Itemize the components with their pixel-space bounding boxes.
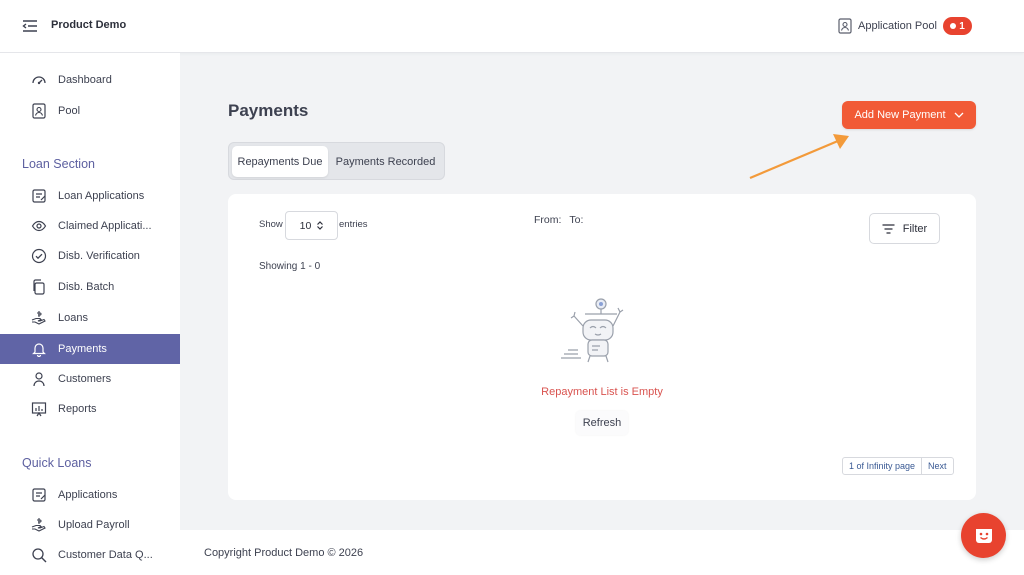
- sidebar-item-label: Reports: [58, 403, 97, 415]
- sidebar-item-disb-batch[interactable]: Disb. Batch: [0, 272, 180, 302]
- chat-widget-button[interactable]: [961, 513, 1006, 558]
- sidebar-item-label: Customer Data Q...: [58, 549, 153, 561]
- pool-label: Application Pool: [858, 20, 937, 32]
- show-label: Show: [259, 219, 283, 230]
- sidebar-item-dashboard[interactable]: Dashboard: [0, 65, 180, 95]
- pagination-info: 1 of Infinity page: [843, 458, 923, 474]
- to-label: To:: [569, 214, 584, 226]
- sidebar-item-label: Disb. Verification: [58, 250, 140, 262]
- showing-count: Showing 1 - 0: [259, 261, 321, 272]
- annotation-arrow-icon: [749, 134, 849, 180]
- filter-button[interactable]: Filter: [869, 213, 940, 244]
- applications-icon: [31, 487, 47, 503]
- filter-icon: [882, 223, 895, 234]
- sidebar-item-label: Applications: [58, 489, 118, 501]
- sort-updown-icon: [317, 221, 324, 230]
- applications-icon: [31, 188, 47, 204]
- search-icon: [31, 547, 47, 563]
- tab-repayments-due[interactable]: Repayments Due: [232, 146, 328, 177]
- sidebar-item-customer-data-query[interactable]: Customer Data Q...: [0, 540, 180, 570]
- entries-value: 10: [299, 219, 312, 232]
- hand-money-icon: [31, 517, 47, 533]
- loan-section-title: Loan Section: [22, 157, 95, 171]
- empty-list-message: Repayment List is Empty: [541, 386, 663, 398]
- sidebar-item-label: Loan Applications: [58, 190, 145, 202]
- pool-count-badge[interactable]: 1: [943, 17, 972, 35]
- sidebar-item-label: Loans: [58, 312, 88, 324]
- top-bar: Product Demo Application Pool 1: [0, 0, 1024, 53]
- from-label: From:: [534, 214, 562, 226]
- chevron-down-icon: [954, 112, 964, 118]
- repayments-card: Show 10 entries From: To: Filter Showing…: [228, 194, 976, 500]
- pool-icon: [838, 18, 852, 34]
- sidebar-item-label: Upload Payroll: [58, 519, 130, 531]
- dashboard-icon: [31, 72, 47, 88]
- app-title: Product Demo: [51, 19, 127, 31]
- check-circle-icon: [31, 248, 47, 264]
- footer: Copyright Product Demo © 2026: [180, 530, 1024, 575]
- sidebar-item-loans[interactable]: Loans: [0, 303, 180, 333]
- sidebar-item-claimed-applications[interactable]: Claimed Applicati...: [0, 211, 180, 241]
- chat-smile-icon: [975, 528, 992, 543]
- filter-label: Filter: [902, 222, 928, 235]
- copyright-text: Copyright Product Demo © 2026: [204, 547, 364, 559]
- payments-tabs: Repayments Due Payments Recorded: [228, 142, 445, 180]
- pool-count: 1: [959, 20, 965, 32]
- sidebar-item-label: Payments: [58, 343, 107, 355]
- copy-icon: [31, 279, 47, 295]
- sidebar-item-label: Claimed Applicati...: [58, 220, 152, 232]
- pool-icon: [31, 103, 47, 119]
- menu-toggle-icon[interactable]: [22, 19, 38, 33]
- sidebar-item-loan-applications[interactable]: Loan Applications: [0, 181, 180, 211]
- application-pool-link[interactable]: Application Pool: [838, 17, 937, 35]
- next-page-button[interactable]: Next: [922, 458, 953, 474]
- sidebar: Dashboard Pool Loan Section Loan Applica…: [0, 53, 180, 575]
- sidebar-item-label: Dashboard: [58, 74, 112, 86]
- pagination: 1 of Infinity page Next: [842, 457, 954, 475]
- chart-icon: [31, 401, 47, 417]
- empty-robot-illustration: [561, 298, 624, 363]
- add-new-payment-label: Add New Payment: [854, 109, 946, 121]
- eye-icon: [31, 218, 47, 234]
- hand-money-icon: [31, 310, 47, 326]
- page-title: Payments: [228, 101, 309, 120]
- sidebar-item-label: Pool: [58, 105, 81, 117]
- sidebar-item-pool[interactable]: Pool: [0, 96, 180, 126]
- sidebar-item-reports[interactable]: Reports: [0, 394, 180, 424]
- add-new-payment-button[interactable]: Add New Payment: [842, 101, 976, 129]
- sidebar-item-label: Disb. Batch: [58, 281, 115, 293]
- entries-select[interactable]: 10: [285, 211, 338, 240]
- sidebar-item-payments[interactable]: Payments: [0, 334, 180, 364]
- entries-label: entries: [339, 219, 368, 230]
- sidebar-item-customers[interactable]: Customers: [0, 364, 180, 394]
- tab-payments-recorded[interactable]: Payments Recorded: [330, 146, 441, 177]
- refresh-button[interactable]: Refresh: [576, 411, 628, 435]
- date-range[interactable]: From: To:: [534, 214, 583, 226]
- quick-loans-section-title: Quick Loans: [22, 456, 92, 470]
- sidebar-item-disb-verification[interactable]: Disb. Verification: [0, 241, 180, 271]
- bell-icon: [31, 341, 47, 357]
- badge-dot-icon: [950, 23, 957, 29]
- user-icon: [31, 371, 47, 387]
- sidebar-item-upload-payroll[interactable]: Upload Payroll: [0, 510, 180, 540]
- sidebar-item-label: Customers: [58, 373, 112, 385]
- sidebar-item-applications[interactable]: Applications: [0, 480, 180, 510]
